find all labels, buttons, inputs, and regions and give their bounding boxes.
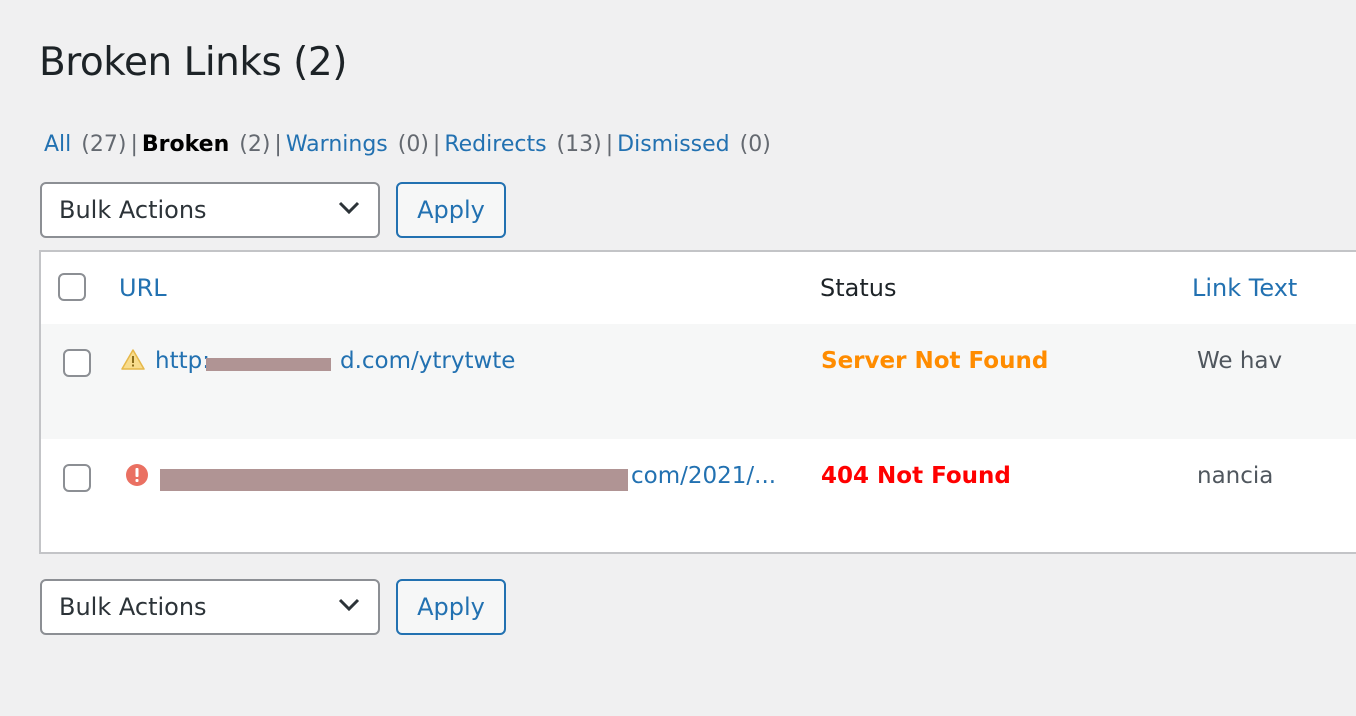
separator: | [130, 132, 138, 157]
link-text: nancia [1197, 463, 1274, 489]
redaction-bar [206, 358, 331, 371]
apply-button[interactable]: Apply [396, 579, 506, 635]
status-text: Server Not Found [821, 348, 1049, 374]
filter-all[interactable]: All [44, 132, 71, 157]
redaction-bar [160, 469, 628, 491]
filter-dismissed[interactable]: Dismissed [617, 132, 729, 157]
error-icon [126, 464, 148, 486]
filter-dismissed-count: (0) [739, 132, 771, 157]
row-checkbox[interactable] [63, 349, 91, 377]
link-text: We hav [1197, 348, 1283, 374]
table-row: com/2021/... 404 Not Found nancia [41, 439, 1356, 554]
url-suffix: d.com/ytrytwte [339, 348, 516, 374]
filter-redirects[interactable]: Redirects [444, 132, 546, 157]
chevron-down-icon [338, 201, 360, 215]
page-title: Broken Links (2) [39, 40, 347, 85]
row-checkbox[interactable] [63, 464, 91, 492]
bulk-actions-value: Bulk Actions [59, 593, 207, 621]
filter-warnings[interactable]: Warnings [286, 132, 388, 157]
bulk-actions-value: Bulk Actions [59, 196, 207, 224]
column-status: Status [820, 274, 897, 302]
select-all-checkbox[interactable] [58, 273, 86, 301]
separator: | [605, 132, 614, 157]
bulk-actions-bottom: Bulk Actions Apply [40, 579, 506, 639]
separator: | [274, 132, 282, 157]
chevron-down-icon [338, 598, 360, 612]
bulk-actions-select[interactable]: Bulk Actions [40, 579, 380, 635]
filter-all-count: (27) [81, 132, 127, 157]
warning-icon [121, 349, 145, 370]
url-prefix: http: [155, 348, 210, 374]
url-suffix: com/2021/... [631, 463, 777, 489]
filter-broken-count: (2) [239, 132, 271, 157]
status-text: 404 Not Found [821, 463, 1011, 489]
filter-warnings-count: (0) [397, 132, 429, 157]
table-row: http: d.com/ytrytwte Server Not Found We … [41, 324, 1356, 439]
apply-button[interactable]: Apply [396, 182, 506, 238]
column-link-text[interactable]: Link Text [1192, 274, 1297, 302]
table-header: URL Status Link Text [41, 252, 1356, 326]
column-url[interactable]: URL [119, 274, 167, 302]
links-table: URL Status Link Text http: d.com/ytrytwte… [39, 250, 1356, 554]
filter-redirects-count: (13) [556, 132, 602, 157]
bulk-actions-select[interactable]: Bulk Actions [40, 182, 380, 238]
status-filter-links: All (27) | Broken (2) | Warnings (0) | Redirects(… [44, 132, 771, 157]
bulk-actions-top: Bulk Actions Apply [40, 182, 506, 242]
filter-broken[interactable]: Broken [142, 132, 229, 157]
separator: | [432, 132, 441, 157]
